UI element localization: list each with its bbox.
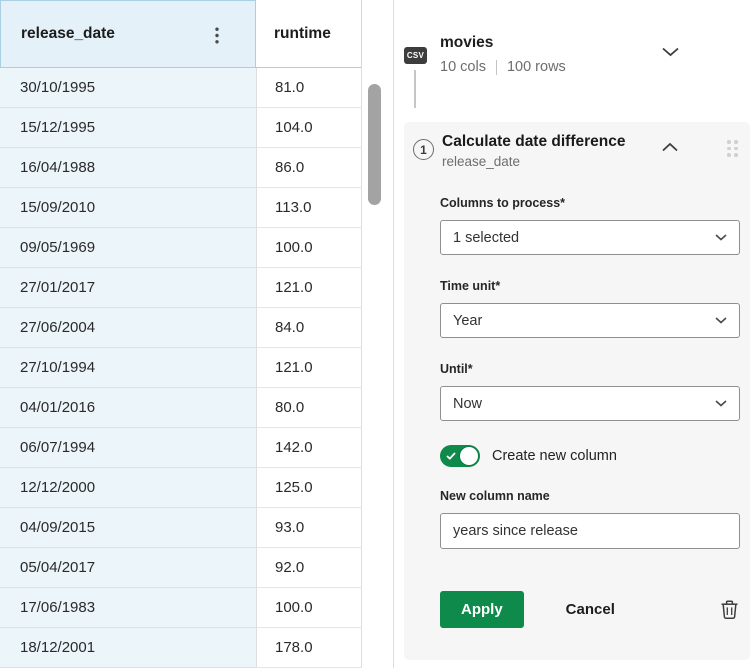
- cell-release-date[interactable]: 05/04/2017: [0, 548, 256, 588]
- columns-to-process-value: 1 selected: [453, 230, 519, 246]
- cell-release-date[interactable]: 27/10/1994: [0, 348, 256, 388]
- column-label-release-date: release_date: [21, 25, 115, 43]
- drag-handle-icon[interactable]: [727, 140, 738, 157]
- cell-release-date[interactable]: 16/04/1988: [0, 148, 256, 188]
- step-card-date-difference: 1 Calculate date difference release_date…: [404, 122, 750, 660]
- table-body: 30/10/1995 81.0 15/12/1995 104.0 16/04/1…: [0, 68, 390, 668]
- table-row[interactable]: 27/10/1994 121.0: [0, 348, 390, 388]
- table-row[interactable]: 27/06/2004 84.0: [0, 308, 390, 348]
- vertical-scrollbar-thumb[interactable]: [368, 84, 381, 205]
- table-row[interactable]: 06/07/1994 142.0: [0, 428, 390, 468]
- table-header-runtime[interactable]: runtime: [256, 0, 362, 68]
- chevron-down-icon: [715, 234, 727, 241]
- table-row[interactable]: 15/09/2010 113.0: [0, 188, 390, 228]
- cell-release-date[interactable]: 06/07/1994: [0, 428, 256, 468]
- dataset-cols-count: 10 cols: [440, 59, 486, 75]
- cell-runtime[interactable]: 104.0: [256, 108, 362, 148]
- cell-release-date[interactable]: 17/06/1983: [0, 588, 256, 628]
- step-form: Columns to process* 1 selected Time unit…: [440, 196, 740, 628]
- cell-runtime[interactable]: 178.0: [256, 628, 362, 668]
- table-row[interactable]: 15/12/1995 104.0: [0, 108, 390, 148]
- table-row[interactable]: 12/12/2000 125.0: [0, 468, 390, 508]
- create-new-column-row: Create new column: [440, 445, 740, 467]
- table-row[interactable]: 16/04/1988 86.0: [0, 148, 390, 188]
- recipe-panel: CSV movies 10 cols 100 rows 1 Calculate …: [394, 0, 756, 668]
- cancel-button[interactable]: Cancel: [566, 601, 615, 618]
- table-row[interactable]: 27/01/2017 121.0: [0, 268, 390, 308]
- cell-runtime[interactable]: 142.0: [256, 428, 362, 468]
- csv-file-icon: CSV: [404, 47, 427, 64]
- step-connector-line: [414, 70, 416, 108]
- cell-release-date[interactable]: 18/12/2001: [0, 628, 256, 668]
- cell-runtime[interactable]: 100.0: [256, 228, 362, 268]
- cell-runtime[interactable]: 80.0: [256, 388, 362, 428]
- create-new-column-label: Create new column: [492, 448, 617, 464]
- toggle-knob: [460, 447, 478, 465]
- create-new-column-toggle[interactable]: [440, 445, 480, 467]
- cell-release-date[interactable]: 27/06/2004: [0, 308, 256, 348]
- delete-step-button[interactable]: [721, 600, 738, 619]
- cell-runtime[interactable]: 121.0: [256, 348, 362, 388]
- cell-release-date[interactable]: 15/09/2010: [0, 188, 256, 228]
- chevron-down-icon: [715, 400, 727, 407]
- cell-release-date[interactable]: 09/05/1969: [0, 228, 256, 268]
- step-collapse-chevron-up-icon[interactable]: [662, 143, 678, 152]
- column-label-runtime: runtime: [274, 25, 331, 43]
- until-label: Until*: [440, 362, 740, 376]
- time-unit-label: Time unit*: [440, 279, 740, 293]
- columns-to-process-select[interactable]: 1 selected: [440, 220, 740, 255]
- dataset-collapse-chevron-down-icon[interactable]: [662, 47, 679, 57]
- step-actions: Apply Cancel: [440, 591, 740, 628]
- table-row[interactable]: 09/05/1969 100.0: [0, 228, 390, 268]
- table-row[interactable]: 04/09/2015 93.0: [0, 508, 390, 548]
- cell-runtime[interactable]: 92.0: [256, 548, 362, 588]
- cell-runtime[interactable]: 81.0: [256, 68, 362, 108]
- table-row[interactable]: 30/10/1995 81.0: [0, 68, 390, 108]
- column-menu-icon[interactable]: [215, 27, 219, 44]
- cell-runtime[interactable]: 93.0: [256, 508, 362, 548]
- step-subtitle: release_date: [442, 154, 520, 169]
- table-row[interactable]: 05/04/2017 92.0: [0, 548, 390, 588]
- chevron-down-icon: [715, 317, 727, 324]
- table-header-row: release_date runtime: [0, 0, 390, 68]
- dataset-meta: 10 cols 100 rows: [440, 59, 566, 75]
- table-row[interactable]: 17/06/1983 100.0: [0, 588, 390, 628]
- new-column-name-label: New column name: [440, 489, 740, 503]
- check-icon: [446, 452, 456, 460]
- cell-release-date[interactable]: 27/01/2017: [0, 268, 256, 308]
- dataset-name: movies: [440, 34, 493, 52]
- time-unit-value: Year: [453, 313, 482, 329]
- step-title: Calculate date difference: [442, 133, 625, 151]
- until-value: Now: [453, 396, 482, 412]
- cell-release-date[interactable]: 04/09/2015: [0, 508, 256, 548]
- table-row[interactable]: 04/01/2016 80.0: [0, 388, 390, 428]
- until-select[interactable]: Now: [440, 386, 740, 421]
- dataset-rows-count: 100 rows: [507, 59, 566, 75]
- apply-button[interactable]: Apply: [440, 591, 524, 628]
- cell-runtime[interactable]: 86.0: [256, 148, 362, 188]
- cell-release-date[interactable]: 12/12/2000: [0, 468, 256, 508]
- cell-release-date[interactable]: 30/10/1995: [0, 68, 256, 108]
- time-unit-select[interactable]: Year: [440, 303, 740, 338]
- cell-runtime[interactable]: 100.0: [256, 588, 362, 628]
- cell-runtime[interactable]: 125.0: [256, 468, 362, 508]
- cell-runtime[interactable]: 121.0: [256, 268, 362, 308]
- cell-release-date[interactable]: 15/12/1995: [0, 108, 256, 148]
- meta-separator: [496, 60, 497, 75]
- data-table: release_date runtime 30/10/1995 81.0 15/…: [0, 0, 390, 668]
- cell-release-date[interactable]: 04/01/2016: [0, 388, 256, 428]
- step-number-badge: 1: [413, 139, 434, 160]
- cell-runtime[interactable]: 113.0: [256, 188, 362, 228]
- columns-to-process-label: Columns to process*: [440, 196, 740, 210]
- table-row[interactable]: 18/12/2001 178.0: [0, 628, 390, 668]
- table-header-release-date[interactable]: release_date: [0, 0, 256, 68]
- cell-runtime[interactable]: 84.0: [256, 308, 362, 348]
- new-column-name-input[interactable]: [440, 513, 740, 549]
- trash-icon: [721, 600, 738, 619]
